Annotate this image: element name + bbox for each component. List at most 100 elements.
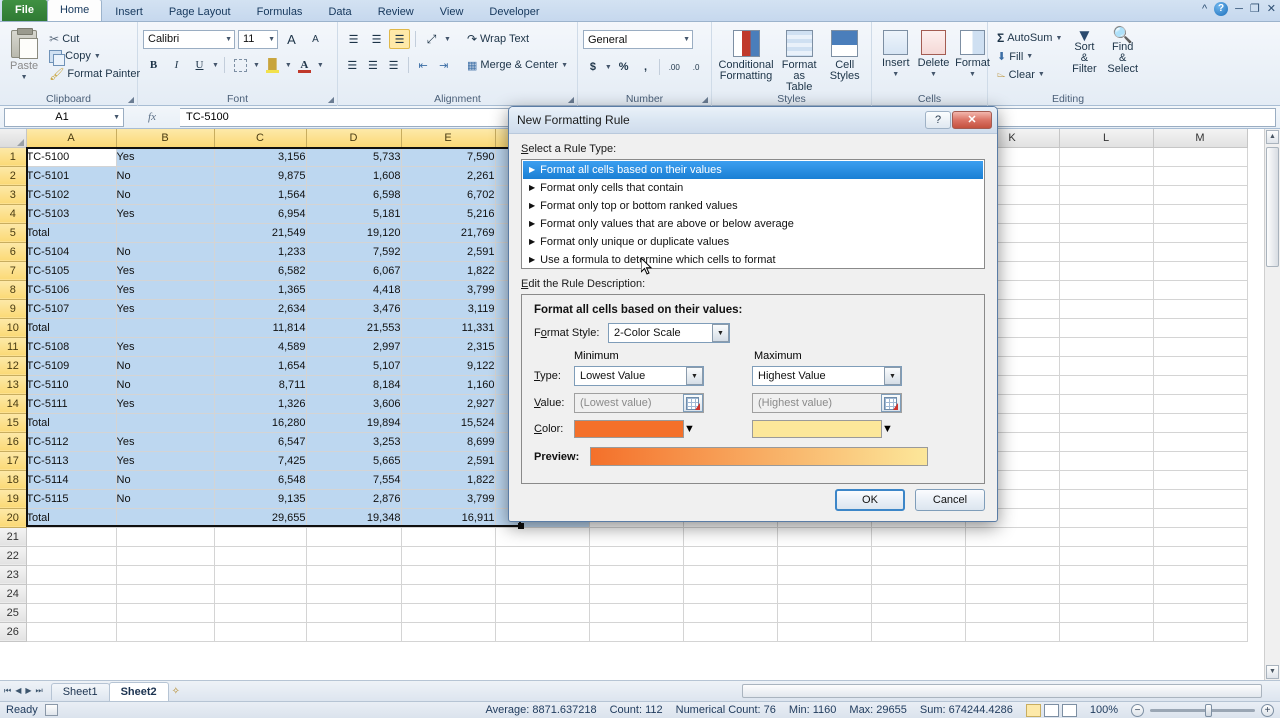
grid-cell[interactable]: 2,261 xyxy=(401,166,496,186)
tab-insert[interactable]: Insert xyxy=(102,1,156,21)
grid-cell[interactable]: 19,348 xyxy=(306,508,402,528)
find-select-button[interactable]: 🔍 Find & Select xyxy=(1102,28,1143,77)
row-header[interactable]: 20 xyxy=(0,508,27,528)
grid-cell[interactable] xyxy=(495,565,590,585)
grid-cell[interactable] xyxy=(116,223,215,243)
grid-cell[interactable]: 4,418 xyxy=(306,280,402,300)
font-color-button[interactable]: A xyxy=(294,55,315,75)
row-header[interactable]: 2 xyxy=(0,166,27,186)
grid-cell[interactable] xyxy=(495,584,590,604)
grid-cell[interactable] xyxy=(26,584,117,604)
grid-cell[interactable] xyxy=(1059,489,1154,509)
grid-cell[interactable]: TC-5106 xyxy=(26,280,117,300)
grid-cell[interactable]: 5,665 xyxy=(306,451,402,471)
grid-cell[interactable] xyxy=(26,527,117,547)
grid-cell[interactable] xyxy=(1153,527,1248,547)
grid-cell[interactable]: 1,564 xyxy=(214,185,307,205)
grid-cell[interactable] xyxy=(1153,451,1248,471)
max-type-select[interactable]: Highest Value ▼ xyxy=(752,366,902,386)
grid-cell[interactable]: 8,711 xyxy=(214,375,307,395)
zoom-slider-thumb[interactable] xyxy=(1205,703,1212,717)
chevron-down-icon[interactable]: ▼ xyxy=(605,64,612,71)
grid-cell[interactable] xyxy=(871,546,966,566)
grid-cell[interactable]: 1,654 xyxy=(214,356,307,376)
chevron-down-icon[interactable]: ▼ xyxy=(317,62,324,69)
row-header[interactable]: 12 xyxy=(0,356,27,376)
grid-cell[interactable]: TC-5108 xyxy=(26,337,117,357)
grid-cell[interactable] xyxy=(777,527,872,547)
grid-cell[interactable]: 1,160 xyxy=(401,375,496,395)
grid-cell[interactable] xyxy=(116,527,215,547)
wrap-text-button[interactable]: ↷ Wrap Text xyxy=(463,31,533,47)
rule-type-item-2[interactable]: ▶ Format only top or bottom ranked value… xyxy=(523,197,983,215)
grid-cell[interactable] xyxy=(1059,508,1154,528)
column-header-d[interactable]: D xyxy=(306,129,402,148)
last-sheet-icon[interactable]: ⏭ xyxy=(36,686,43,696)
row-header[interactable]: 15 xyxy=(0,413,27,433)
grid-cell[interactable]: 6,598 xyxy=(306,185,402,205)
grid-cell[interactable]: Yes xyxy=(116,299,215,319)
tab-developer[interactable]: Developer xyxy=(476,1,552,21)
number-dialog-launcher[interactable]: ◢ xyxy=(702,95,708,104)
grid-cell[interactable] xyxy=(1059,280,1154,300)
font-dialog-launcher[interactable]: ◢ xyxy=(328,95,334,104)
grid-cell[interactable]: Total xyxy=(26,508,117,528)
tab-page-layout[interactable]: Page Layout xyxy=(156,1,244,21)
grid-cell[interactable] xyxy=(777,565,872,585)
dialog-close-button[interactable]: ✕ xyxy=(952,111,992,129)
align-top-button[interactable]: ☰ xyxy=(343,29,364,49)
insert-sheet-icon[interactable]: ✧ xyxy=(172,686,180,697)
grid-cell[interactable] xyxy=(589,565,684,585)
grid-cell[interactable]: 6,954 xyxy=(214,204,307,224)
paste-button[interactable]: Paste ▼ xyxy=(5,27,43,85)
grid-cell[interactable] xyxy=(495,546,590,566)
row-header[interactable]: 5 xyxy=(0,223,27,243)
grid-cell[interactable] xyxy=(26,603,117,623)
grid-cell[interactable]: 6,702 xyxy=(401,185,496,205)
zoom-slider[interactable] xyxy=(1150,703,1255,717)
record-macro-icon[interactable] xyxy=(44,704,58,716)
grid-cell[interactable] xyxy=(871,603,966,623)
first-sheet-icon[interactable]: ⏮ xyxy=(4,686,11,696)
grid-cell[interactable]: 3,799 xyxy=(401,489,496,509)
grid-cell[interactable]: 2,591 xyxy=(401,242,496,262)
grid-cell[interactable]: 3,253 xyxy=(306,432,402,452)
increase-indent-button[interactable]: ⇥ xyxy=(434,55,453,75)
grid-cell[interactable] xyxy=(683,584,778,604)
grid-cell[interactable]: Yes xyxy=(116,337,215,357)
autosum-button[interactable]: Σ AutoSum ▼ xyxy=(993,30,1066,46)
cut-button[interactable]: ✂ Cut xyxy=(45,31,144,47)
row-header[interactable]: 23 xyxy=(0,565,27,585)
ok-button[interactable]: OK xyxy=(835,489,905,511)
grid-cell[interactable] xyxy=(965,622,1060,642)
cancel-button[interactable]: Cancel xyxy=(915,489,985,511)
grid-cell[interactable]: 6,582 xyxy=(214,261,307,281)
min-color-swatch[interactable] xyxy=(574,420,684,438)
italic-button[interactable]: I xyxy=(166,55,187,75)
grid-cell[interactable]: 6,547 xyxy=(214,432,307,452)
minimize-icon[interactable]: ─ xyxy=(1235,3,1243,15)
tab-data[interactable]: Data xyxy=(315,1,364,21)
row-header[interactable]: 18 xyxy=(0,470,27,490)
grid-cell[interactable]: TC-5105 xyxy=(26,261,117,281)
grid-cell[interactable] xyxy=(1153,565,1248,585)
grid-cell[interactable] xyxy=(1059,204,1154,224)
clipboard-dialog-launcher[interactable]: ◢ xyxy=(128,95,134,104)
grid-cell[interactable]: Yes xyxy=(116,394,215,414)
grid-cell[interactable]: TC-5109 xyxy=(26,356,117,376)
grid-cell[interactable]: TC-5102 xyxy=(26,185,117,205)
grid-cell[interactable]: TC-5103 xyxy=(26,204,117,224)
number-format-select[interactable]: General ▼ xyxy=(583,30,693,49)
grid-cell[interactable]: 2,634 xyxy=(214,299,307,319)
grid-cell[interactable] xyxy=(495,622,590,642)
grid-cell[interactable] xyxy=(116,565,215,585)
row-header[interactable]: 9 xyxy=(0,299,27,319)
grid-cell[interactable] xyxy=(1059,375,1154,395)
grid-cell[interactable]: 3,119 xyxy=(401,299,496,319)
grid-cell[interactable] xyxy=(589,603,684,623)
scroll-down-button[interactable]: ▼ xyxy=(1266,665,1279,679)
chevron-down-icon[interactable]: ▼ xyxy=(712,324,729,342)
rule-type-item-5[interactable]: ▶ Use a formula to determine which cells… xyxy=(523,251,983,269)
grid-cell[interactable] xyxy=(1153,584,1248,604)
grid-cell[interactable] xyxy=(214,622,307,642)
